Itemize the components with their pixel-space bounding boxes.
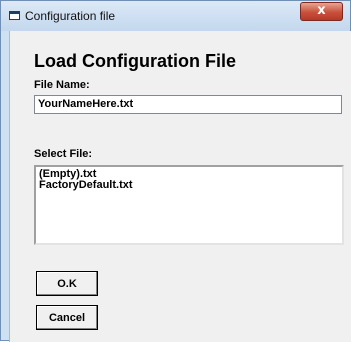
configuration-file-window: Configuration file x Load Configuration … — [0, 0, 351, 342]
file-name-input[interactable]: YourNameHere.txt — [34, 95, 342, 114]
dialog-heading: Load Configuration File — [34, 51, 236, 71]
select-file-label: Select File: — [34, 148, 93, 160]
ok-button[interactable]: O.K — [36, 271, 98, 296]
cancel-button[interactable]: Cancel — [36, 305, 98, 330]
close-icon: x — [317, 3, 326, 18]
file-name-label: File Name: — [34, 79, 90, 91]
list-item[interactable]: FactoryDefault.txt — [39, 180, 339, 191]
window-title: Configuration file — [25, 9, 116, 23]
dialog-body: Load Configuration File File Name: YourN… — [9, 31, 351, 342]
title-bar[interactable]: Configuration file x — [1, 1, 350, 31]
file-listbox[interactable]: (Empty).txt FactoryDefault.txt — [34, 165, 344, 245]
window-icon — [9, 11, 20, 20]
close-button[interactable]: x — [300, 2, 343, 21]
